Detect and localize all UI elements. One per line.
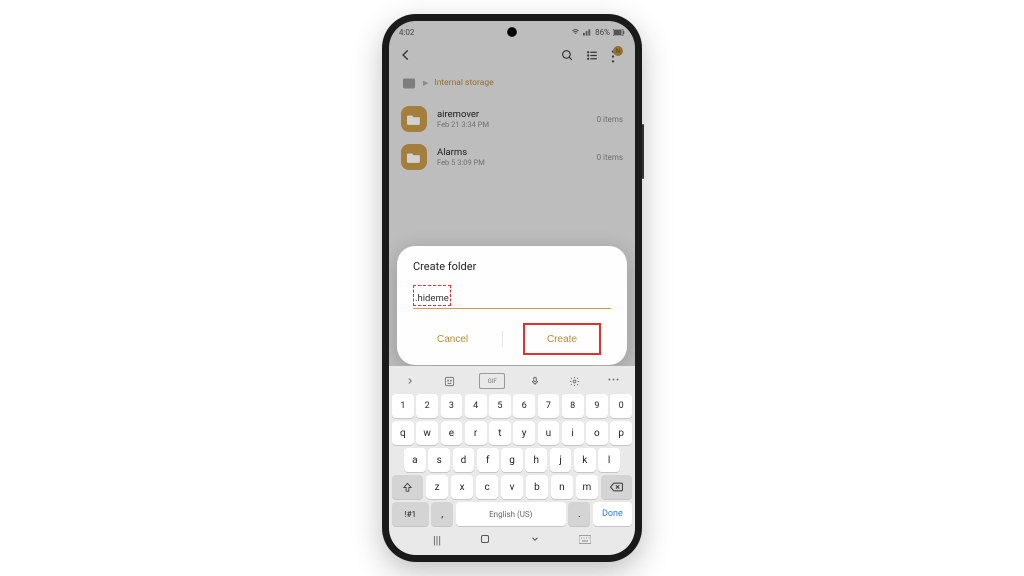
letter-key-x[interactable]: x bbox=[451, 475, 473, 499]
done-key[interactable]: Done bbox=[593, 502, 632, 526]
list-icon bbox=[586, 49, 599, 62]
kb-expand-icon[interactable] bbox=[400, 374, 420, 388]
letter-key-t[interactable]: t bbox=[489, 421, 511, 445]
letter-key-i[interactable]: i bbox=[562, 421, 584, 445]
breadcrumb-label: Internal storage bbox=[434, 78, 493, 88]
shift-key[interactable] bbox=[392, 475, 423, 499]
letter-key-m[interactable]: m bbox=[576, 475, 598, 499]
divider bbox=[502, 331, 503, 347]
on-screen-keyboard: GIF ••• 1234567890 qwertyuiop asdfghjkl bbox=[389, 366, 635, 555]
search-icon bbox=[561, 49, 574, 62]
kb-more-icon[interactable]: ••• bbox=[604, 374, 624, 388]
letter-key-o[interactable]: o bbox=[586, 421, 608, 445]
kb-settings-icon[interactable] bbox=[564, 374, 584, 388]
letter-key-u[interactable]: u bbox=[538, 421, 560, 445]
keyboard-toolbar: GIF ••• bbox=[392, 370, 632, 394]
letter-key-g[interactable]: g bbox=[501, 448, 523, 472]
nav-back[interactable] bbox=[529, 534, 541, 547]
file-date: Feb 5 3:09 PM bbox=[437, 158, 587, 167]
symbols-key[interactable]: !#1 bbox=[392, 502, 429, 526]
search-button[interactable] bbox=[561, 47, 574, 66]
letter-key-y[interactable]: y bbox=[513, 421, 535, 445]
letter-key-n[interactable]: n bbox=[551, 475, 573, 499]
letter-key-a[interactable]: a bbox=[404, 448, 426, 472]
battery-percent: 86% bbox=[595, 28, 610, 37]
letter-key-r[interactable]: r bbox=[465, 421, 487, 445]
create-button[interactable]: Create bbox=[533, 328, 591, 351]
dialog-title: Create folder bbox=[413, 260, 611, 273]
front-camera bbox=[507, 27, 517, 37]
kb-sticker-icon[interactable] bbox=[440, 374, 460, 388]
notification-badge: N bbox=[613, 46, 623, 56]
folder-icon bbox=[401, 144, 427, 170]
file-row[interactable]: airemover Feb 21 3:34 PM 0 items bbox=[399, 100, 625, 138]
letter-key-z[interactable]: z bbox=[426, 475, 448, 499]
app-header: N bbox=[389, 41, 635, 70]
signal-icon bbox=[583, 28, 592, 36]
letter-key-p[interactable]: p bbox=[610, 421, 632, 445]
num-key-0[interactable]: 0 bbox=[610, 394, 632, 418]
kb-gif-icon[interactable]: GIF bbox=[479, 373, 505, 389]
letter-key-v[interactable]: v bbox=[501, 475, 523, 499]
folder-icon bbox=[401, 106, 427, 132]
num-key-4[interactable]: 4 bbox=[465, 394, 487, 418]
chevron-right-icon: ▶ bbox=[423, 79, 428, 87]
letter-key-f[interactable]: f bbox=[477, 448, 499, 472]
space-key[interactable]: English (US) bbox=[456, 502, 566, 526]
chevron-left-icon bbox=[399, 48, 413, 62]
num-key-6[interactable]: 6 bbox=[513, 394, 535, 418]
file-name: airemover bbox=[437, 109, 587, 120]
letter-key-d[interactable]: d bbox=[453, 448, 475, 472]
file-item-count: 0 items bbox=[597, 115, 623, 124]
comma-key[interactable]: , bbox=[431, 502, 453, 526]
num-key-3[interactable]: 3 bbox=[441, 394, 463, 418]
phone-frame: 4:02 86% bbox=[382, 14, 642, 562]
kb-mic-icon[interactable] bbox=[525, 374, 545, 388]
nav-home[interactable] bbox=[479, 533, 491, 548]
more-button[interactable]: N bbox=[611, 50, 625, 63]
file-item-count: 0 items bbox=[597, 153, 623, 162]
wifi-icon bbox=[571, 28, 580, 36]
num-key-2[interactable]: 2 bbox=[416, 394, 438, 418]
back-button[interactable] bbox=[399, 47, 413, 66]
letter-key-j[interactable]: j bbox=[550, 448, 572, 472]
file-date: Feb 21 3:34 PM bbox=[437, 120, 587, 129]
nav-recents[interactable]: ||| bbox=[433, 534, 441, 547]
create-folder-dialog: Create folder .hideme Cancel Create bbox=[397, 246, 627, 365]
backspace-key[interactable] bbox=[601, 475, 632, 499]
file-list: airemover Feb 21 3:34 PM 0 items Alarms … bbox=[389, 96, 635, 180]
letter-key-h[interactable]: h bbox=[525, 448, 547, 472]
nav-keyboard-switch[interactable] bbox=[579, 534, 591, 547]
letter-key-c[interactable]: c bbox=[476, 475, 498, 499]
letter-key-l[interactable]: l bbox=[598, 448, 620, 472]
android-nav-bar: ||| bbox=[392, 529, 632, 553]
folder-name-input[interactable]: .hideme bbox=[413, 285, 451, 306]
storage-chip-icon bbox=[401, 76, 417, 90]
folder-name-value: .hideme bbox=[415, 293, 449, 304]
power-button bbox=[642, 124, 644, 179]
view-toggle-button[interactable] bbox=[586, 47, 599, 66]
num-key-5[interactable]: 5 bbox=[489, 394, 511, 418]
battery-icon bbox=[613, 29, 625, 36]
letter-key-q[interactable]: q bbox=[392, 421, 414, 445]
num-key-7[interactable]: 7 bbox=[538, 394, 560, 418]
letter-key-s[interactable]: s bbox=[428, 448, 450, 472]
letter-key-b[interactable]: b bbox=[526, 475, 548, 499]
shift-icon bbox=[402, 482, 413, 493]
letter-key-e[interactable]: e bbox=[441, 421, 463, 445]
status-time: 4:02 bbox=[399, 28, 414, 37]
num-key-9[interactable]: 9 bbox=[586, 394, 608, 418]
backspace-icon bbox=[610, 482, 623, 492]
cancel-button[interactable]: Cancel bbox=[423, 328, 482, 351]
letter-key-k[interactable]: k bbox=[574, 448, 596, 472]
breadcrumb[interactable]: ▶ Internal storage bbox=[389, 70, 635, 96]
letter-key-w[interactable]: w bbox=[416, 421, 438, 445]
file-row[interactable]: Alarms Feb 5 3:09 PM 0 items bbox=[399, 138, 625, 176]
period-key[interactable]: . bbox=[568, 502, 590, 526]
phone-screen: 4:02 86% bbox=[389, 21, 635, 555]
num-key-1[interactable]: 1 bbox=[392, 394, 414, 418]
num-key-8[interactable]: 8 bbox=[562, 394, 584, 418]
file-name: Alarms bbox=[437, 147, 587, 158]
